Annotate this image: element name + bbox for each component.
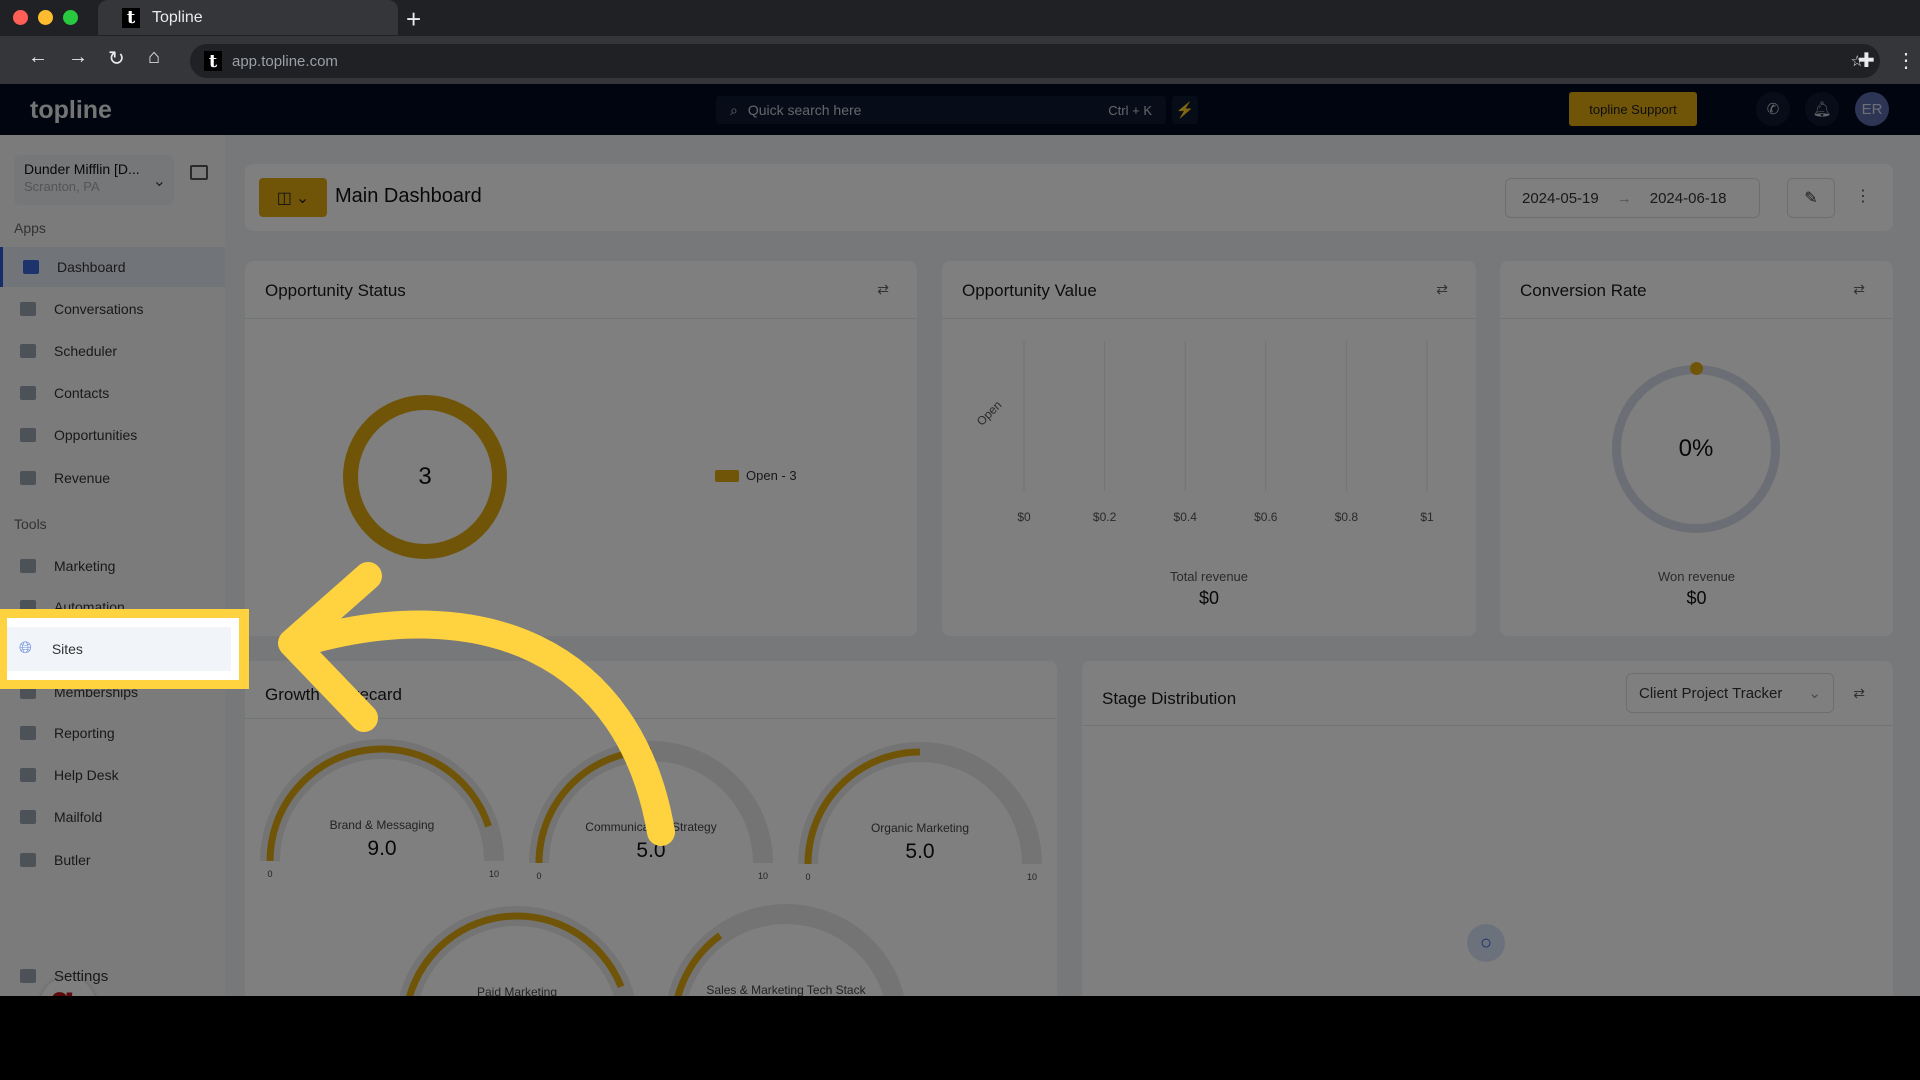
annotation-arrow: [278, 562, 675, 846]
arrow-shaft: [286, 610, 675, 846]
